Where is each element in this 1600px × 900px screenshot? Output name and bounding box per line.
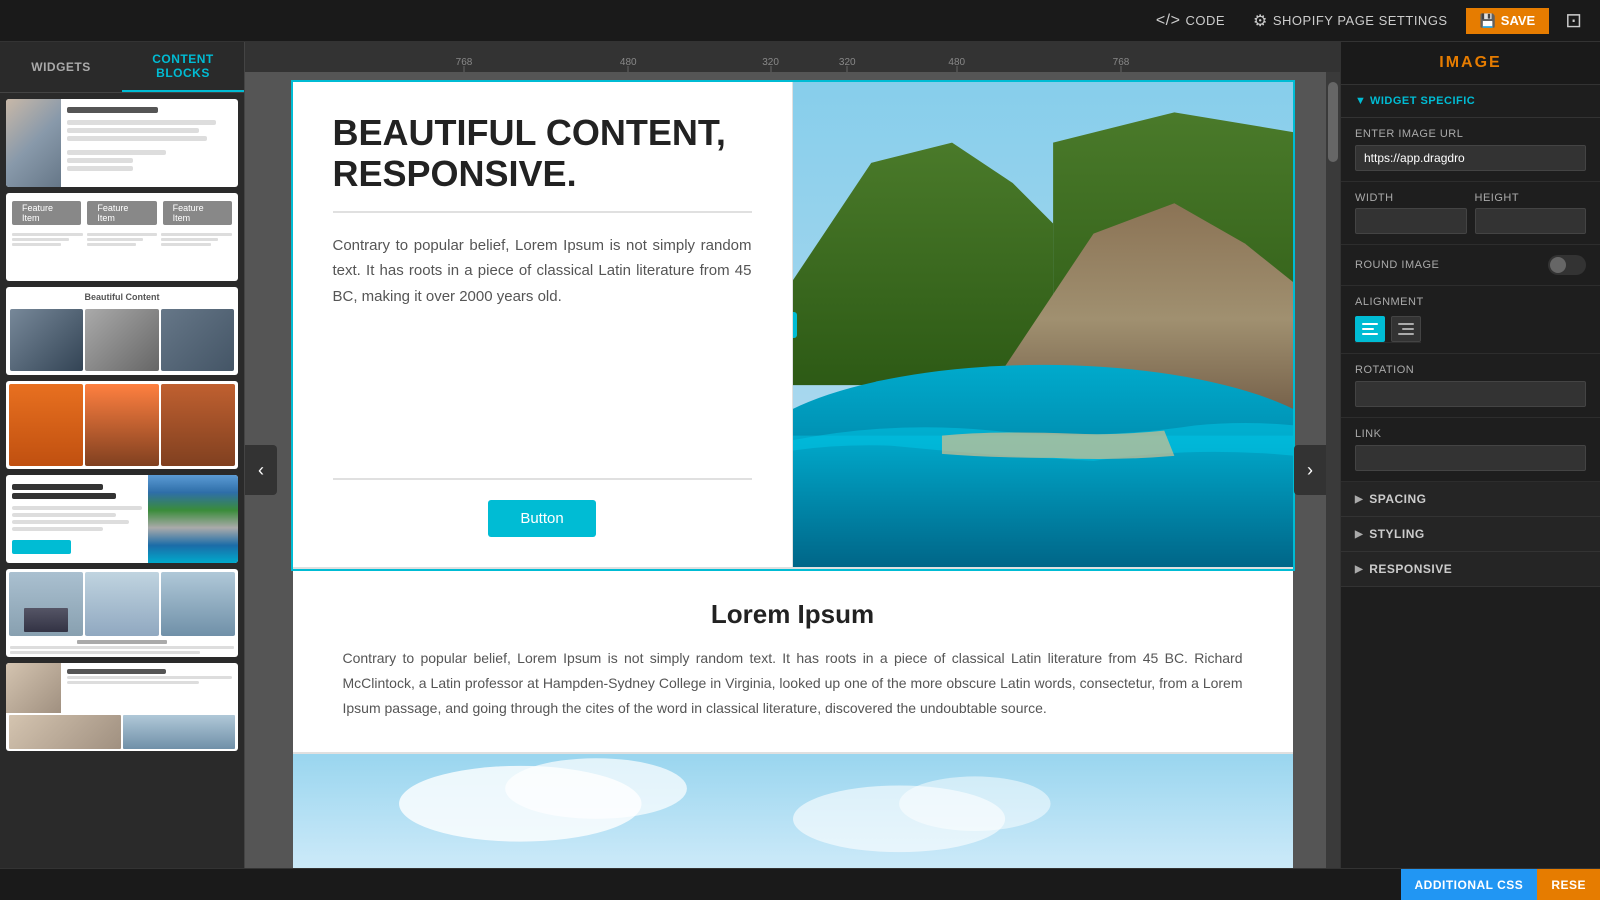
right-panel: IMAGE ▼ WIDGET SPECIFIC ENTER IMAGE URL … [1340,42,1600,868]
image-url-input[interactable] [1355,145,1586,171]
round-image-label: ROUND IMAGE [1355,259,1439,271]
list-item[interactable]: Feature Item Feature Item Feature Item [6,193,238,281]
align-left-icon [1362,323,1378,335]
image-url-label: ENTER IMAGE URL [1355,128,1586,140]
dimensions-row: WIDTH HEIGHT [1341,182,1600,245]
thumb-text [61,99,238,187]
styling-label: STYLING [1369,527,1425,541]
responsive-chevron: ▶ [1355,564,1363,575]
section2-title: Lorem Ipsum [343,599,1243,630]
height-label: HEIGHT [1475,192,1587,204]
topbar: </> CODE ⚙ SHOPIFY PAGE SETTINGS 💾 SAVE … [0,0,1600,42]
spacing-section[interactable]: ▶ SPACING [1341,482,1600,517]
canvas-scroll-vertical[interactable] [1326,72,1340,868]
left-sidebar: WIDGETS CONTENT BLOCKS [0,42,245,868]
height-item: HEIGHT [1475,192,1587,234]
settings-label: SHOPIFY PAGE SETTINGS [1273,13,1448,28]
hero-section: BEAUTIFUL CONTENT, RESPONSIVE. Contrary … [293,82,1293,569]
panel-header: IMAGE [1341,42,1600,85]
round-image-toggle [1548,255,1586,275]
widget-list: Feature Item Feature Item Feature Item [0,93,244,868]
spacing-chevron: ▶ [1355,494,1363,505]
text-section: Lorem Ipsum Contrary to popular belief, … [293,569,1293,754]
sidebar-tabs: WIDGETS CONTENT BLOCKS [0,42,244,93]
scroll-thumb [1328,82,1338,162]
hero-button-wrap: Button [333,480,752,537]
rotation-field: ROTATION [1341,354,1600,418]
save-button[interactable]: 💾 SAVE [1466,8,1550,34]
hero-body: Contrary to popular belief, Lorem Ipsum … [333,233,752,480]
hero-svg [793,82,1293,567]
gear-icon: ⚙ [1253,11,1268,31]
styling-chevron: ▶ [1355,529,1363,540]
alignment-buttons [1355,316,1421,343]
hero-left: BEAUTIFUL CONTENT, RESPONSIVE. Contrary … [293,82,793,567]
alignment-label: ALIGNMENT [1355,296,1424,308]
hero-image [793,82,1293,567]
align-right-icon [1398,323,1414,335]
reset-button[interactable]: RESE [1537,869,1600,900]
list-item[interactable] [6,569,238,657]
height-input[interactable] [1475,208,1587,234]
rotation-label: ROTATION [1355,364,1586,376]
styling-section[interactable]: ▶ STYLING [1341,517,1600,552]
tab-content-blocks[interactable]: CONTENT BLOCKS [122,42,244,92]
list-item[interactable] [6,663,238,751]
bottom-image-section [293,754,1293,868]
widget-specific-text: ▼ WIDGET SPECIFIC [1355,95,1475,107]
canvas-wrapper[interactable]: ‹ › BEAUTIFUL CONTENT, RESPONSIVE. Contr… [245,72,1340,868]
code-label: CODE [1185,13,1225,28]
list-item[interactable] [6,475,238,563]
canvas-nav-left-button[interactable]: ‹ [245,445,277,495]
link-input[interactable] [1355,445,1586,471]
widget-specific-label: ▼ WIDGET SPECIFIC [1341,85,1600,118]
widget-context-menu[interactable] [793,312,797,338]
spacing-label: SPACING [1369,492,1426,506]
responsive-label: RESPONSIVE [1369,562,1452,576]
width-label: WIDTH [1355,192,1467,204]
canvas-nav-right-button[interactable]: › [1294,445,1326,495]
canvas-area: 768 480 320 320 480 768 ‹ › [245,42,1340,868]
alignment-field: ALIGNMENT [1341,286,1600,354]
expand-button[interactable]: ⊡ [1557,4,1590,37]
code-button[interactable]: </> CODE [1146,8,1235,34]
tab-widgets[interactable]: WIDGETS [0,42,122,92]
link-label: LINK [1355,428,1586,440]
bottom-image-svg [293,754,1293,868]
settings-button[interactable]: ⚙ SHOPIFY PAGE SETTINGS [1243,7,1458,35]
ruler: 768 480 320 320 480 768 [245,42,1340,72]
width-item: WIDTH [1355,192,1467,234]
section2-body: Contrary to popular belief, Lorem Ipsum … [343,646,1243,722]
save-icon: 💾 [1480,13,1496,29]
round-image-field: ROUND IMAGE [1341,245,1600,286]
bottom-bar: ADDITIONAL CSS RESE [0,868,1600,900]
responsive-section[interactable]: ▶ RESPONSIVE [1341,552,1600,587]
save-label: SAVE [1501,13,1535,28]
link-field: LINK [1341,418,1600,482]
image-url-field: ENTER IMAGE URL [1341,118,1600,182]
main-layout: WIDGETS CONTENT BLOCKS [0,42,1600,868]
code-icon: </> [1156,12,1181,30]
hero-image-container [793,82,1293,567]
align-right-button[interactable] [1391,316,1421,342]
round-image-switch[interactable] [1548,255,1586,275]
hero-button[interactable]: Button [488,500,595,537]
thumb-image [6,99,61,187]
list-item[interactable]: Beautiful Content [6,287,238,375]
additional-css-button[interactable]: ADDITIONAL CSS [1401,869,1538,900]
list-item[interactable] [6,381,238,469]
page-canvas: BEAUTIFUL CONTENT, RESPONSIVE. Contrary … [293,82,1293,868]
hero-title: BEAUTIFUL CONTENT, RESPONSIVE. [333,112,752,213]
align-left-button[interactable] [1355,316,1385,342]
list-item[interactable] [6,99,238,187]
width-input[interactable] [1355,208,1467,234]
rotation-input[interactable] [1355,381,1586,407]
